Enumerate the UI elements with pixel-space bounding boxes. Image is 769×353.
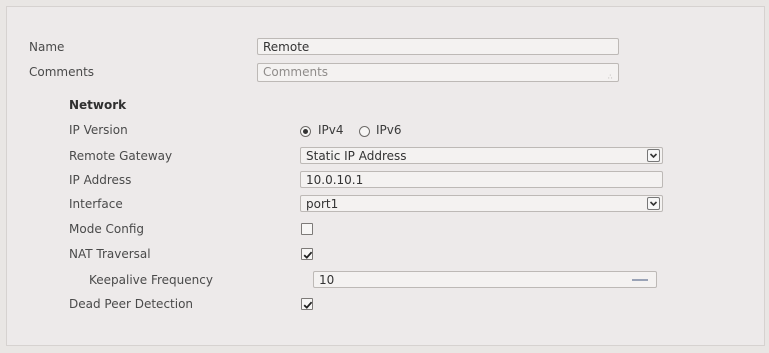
chevron-down-icon[interactable] — [647, 197, 660, 210]
ipv6-radio[interactable] — [359, 126, 370, 137]
keepalive-frequency-value: 10 — [319, 273, 335, 287]
ip-version-label: IP Version — [69, 123, 128, 137]
ipv4-radio-label[interactable]: IPv4 — [318, 123, 344, 137]
remote-gateway-value: Static IP Address — [306, 149, 407, 163]
checkmark-icon — [303, 301, 313, 309]
ipv4-radio[interactable] — [300, 126, 311, 137]
resize-grip-icon[interactable]: ∴ — [608, 74, 616, 81]
nat-traversal-checkbox[interactable] — [301, 248, 313, 260]
network-heading: Network — [69, 98, 127, 112]
spinner-handle-icon[interactable] — [632, 279, 648, 281]
comments-placeholder: Comments — [263, 65, 329, 79]
vpn-settings-panel: Name Remote Comments Comments ∴ Network … — [6, 6, 765, 346]
remote-gateway-label: Remote Gateway — [69, 149, 173, 163]
radio-selected-dot — [303, 129, 308, 134]
interface-value: port1 — [306, 197, 339, 211]
comments-label: Comments — [29, 65, 95, 79]
mode-config-checkbox[interactable] — [301, 223, 313, 235]
name-input[interactable]: Remote — [257, 38, 619, 55]
ipv6-radio-label[interactable]: IPv6 — [376, 123, 402, 137]
checkmark-icon — [303, 251, 313, 259]
dead-peer-detection-label: Dead Peer Detection — [69, 297, 194, 311]
keepalive-frequency-input[interactable]: 10 — [313, 271, 657, 288]
nat-traversal-label: NAT Traversal — [69, 247, 151, 261]
mode-config-label: Mode Config — [69, 222, 145, 236]
comments-textarea[interactable]: Comments ∴ — [257, 63, 619, 82]
interface-select[interactable]: port1 — [300, 195, 663, 212]
chevron-down-icon[interactable] — [647, 149, 660, 162]
dead-peer-detection-checkbox[interactable] — [301, 298, 313, 310]
interface-label: Interface — [69, 197, 123, 211]
name-label: Name — [29, 40, 65, 54]
remote-gateway-select[interactable]: Static IP Address — [300, 147, 663, 164]
ip-address-input[interactable]: 10.0.10.1 — [300, 171, 663, 188]
keepalive-frequency-label: Keepalive Frequency — [89, 273, 213, 287]
ip-address-label: IP Address — [69, 173, 132, 187]
